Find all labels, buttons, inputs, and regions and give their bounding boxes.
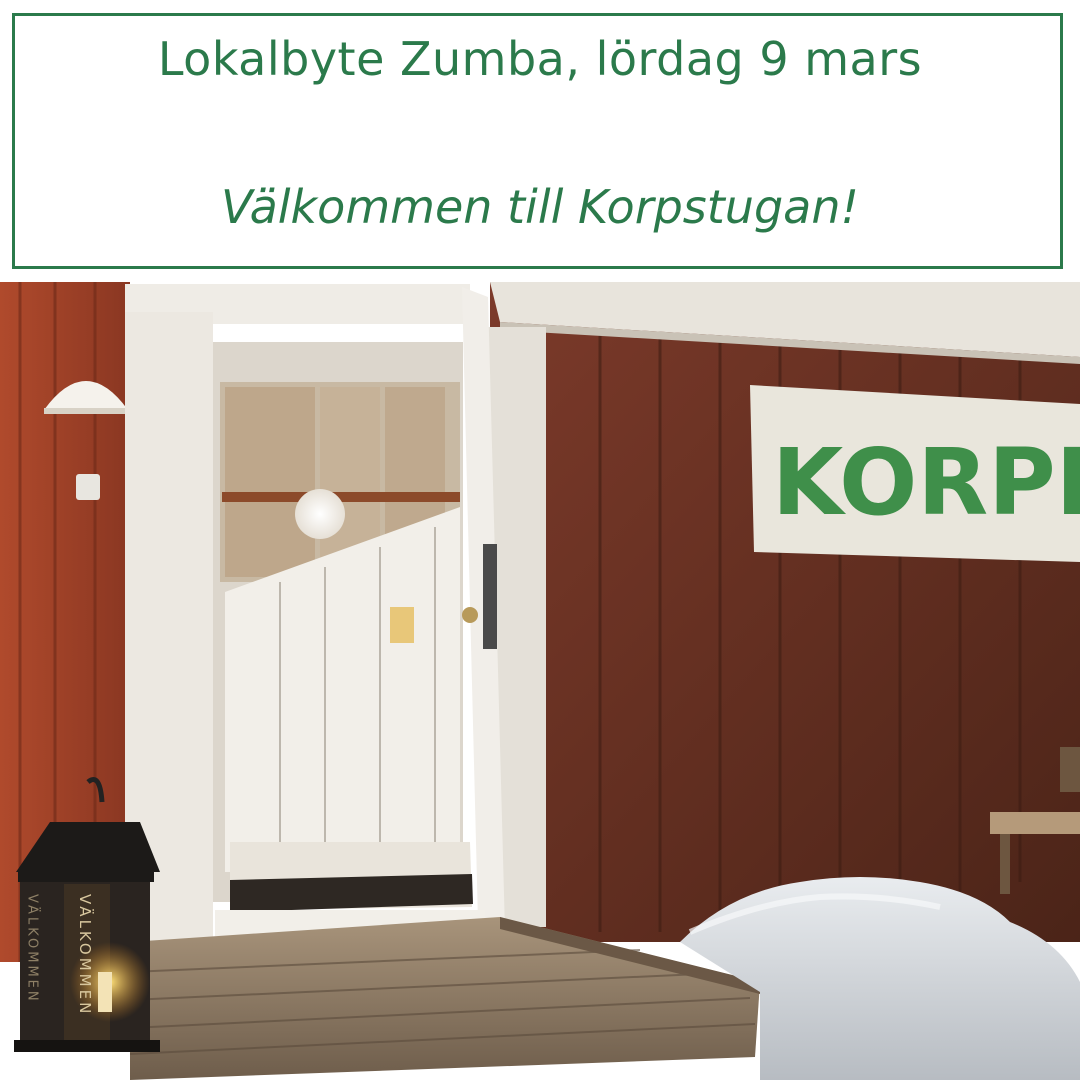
- banner: Lokalbyte Zumba, lördag 9 mars Välkommen…: [0, 0, 1080, 282]
- sign-text: KORPE: [772, 429, 1080, 536]
- lantern-front-text: VÄLKOMMEN: [76, 894, 95, 1016]
- interior-room: [213, 342, 473, 912]
- right-wall: [490, 282, 1080, 942]
- headline: Lokalbyte Zumba, lördag 9 mars: [157, 32, 923, 86]
- entrance-photo: KORPE: [0, 282, 1080, 1080]
- welcome-message: Välkommen till Korpstugan!: [221, 180, 859, 234]
- korpen-sign: KORPE: [750, 385, 1080, 562]
- lantern-side-text: VÄLKOMMEN: [25, 894, 41, 1004]
